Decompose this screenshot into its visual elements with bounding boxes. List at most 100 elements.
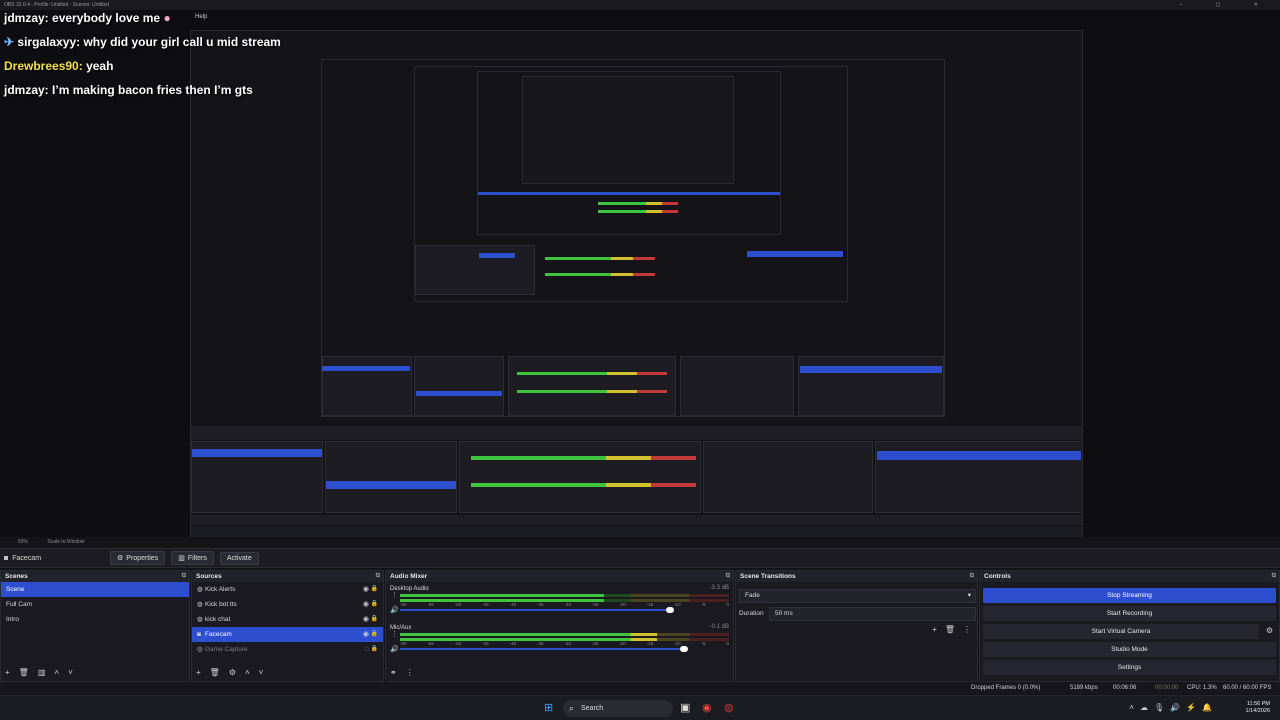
volume-slider[interactable] [400,646,689,652]
source-item[interactable]: ◍ Kick Alerts ◉ 🔒 [192,582,383,597]
trash-icon[interactable]: 🗑 [19,668,29,677]
move-up-icon[interactable]: ˄ [245,668,250,677]
properties-button[interactable]: ⚙ Properties [110,551,166,565]
scale-tick: -35 [537,602,544,607]
zoom-level[interactable]: 69% [18,539,28,545]
volume-knob[interactable] [665,607,674,613]
scene-item[interactable]: Intro [1,612,189,627]
chrome-icon[interactable]: ◉ [702,702,712,715]
move-up-icon[interactable]: ˄ [54,668,59,677]
zoom-mode[interactable]: Scale to Window [47,539,84,545]
transition-toolbar: + 🗑 ⋮ [932,625,971,634]
undock-icon[interactable]: ⧉ [182,571,186,582]
filters-button[interactable]: ▥ Filters [171,551,214,565]
sources-title: Sources [196,573,222,580]
scene-item[interactable]: Full Cam [1,597,189,612]
volume-slider[interactable] [400,607,674,613]
eye-icon[interactable]: ◉ [363,627,369,642]
windows-start-icon[interactable]: ⊞ [544,702,553,715]
scale-tick: -5 [701,602,706,607]
meter-scale: -60 -55 -50 -45 -40 -35 -30 -25 -20 -15 -10 -5 0 [400,602,729,608]
move-down-icon[interactable]: ˅ [259,668,264,677]
undock-icon[interactable]: ⧉ [970,571,974,582]
add-icon[interactable]: + [932,625,937,634]
trash-icon[interactable]: 🗑 [945,625,955,634]
chat-message: yeah [86,59,114,73]
zoom-row: 69% Scale to Window [0,537,1280,547]
scene-item-label: Full Cam [6,601,33,608]
studio-mode-button[interactable]: Studio Mode [983,642,1276,657]
volume-knob[interactable] [680,646,689,652]
scale-tick: -55 [427,641,434,646]
lock-icon[interactable]: 🔒 [371,612,378,627]
duration-field[interactable]: 50 ms [769,607,976,621]
help-menu[interactable]: Help [195,14,207,20]
scale-tick: -20 [619,602,626,607]
system-tray[interactable]: ˄☁🎙🔊⚡🔔 [1129,703,1218,712]
lock-icon[interactable]: 🔒 [371,597,378,612]
current-source: ◙ Facecam [4,555,104,562]
activate-button[interactable]: Activate [219,551,259,565]
meter-scale: -60 -55 -50 -45 -40 -35 -30 -25 -20 -15 -10 -5 0 [400,641,729,647]
add-icon[interactable]: + [5,668,10,677]
lock-icon[interactable]: 🔒 [371,582,378,597]
link-icon[interactable]: ⚭ [390,668,397,677]
search-icon: ⌕ [569,703,575,713]
eye-icon[interactable]: ◉ [363,582,369,597]
stop-streaming-button[interactable]: Stop Streaming [983,588,1276,603]
source-item[interactable]: ◍ kick chat ◉ 🔒 [192,612,383,627]
source-item[interactable]: ◙ Facecam ◉ 🔒 [192,627,383,642]
taskbar-search[interactable]: ⌕ Search [563,700,673,717]
preview-canvas[interactable]: jdmzay: everybody love me ● ✈ sirgalaxyy… [0,10,1280,537]
start-virtual-camera-button[interactable]: Start Virtual Camera [983,624,1259,639]
scale-tick: -35 [537,641,544,646]
chat-message: everybody love me [52,11,161,25]
scale-tick: -50 [454,641,462,646]
undock-icon[interactable]: ⧉ [726,571,730,582]
scene-item[interactable]: Scene [1,582,189,597]
transition-select[interactable]: Fade ▾ [739,589,976,603]
eye-icon[interactable]: ◉ [363,597,369,612]
scale-tick: -10 [674,602,681,607]
channel-menu-icon[interactable]: ⋮ [391,592,398,599]
scene-transitions-header: Scene Transitions ⧉ [736,571,977,582]
gear-icon[interactable]: ⚙ [229,668,236,677]
scale-tick: -45 [482,641,489,646]
undock-icon[interactable]: ⧉ [376,571,380,582]
speaker-icon[interactable]: 🔊 [390,606,399,614]
file-explorer-icon[interactable]: ▣ [680,702,690,715]
scenes-dock: Scenes ⧉ Scene Full Cam Intro + 🗑 ▥ ˄ ˅ [0,570,190,682]
source-label: Kick bot tts [205,601,237,608]
obs-icon[interactable]: ◍ [724,702,734,715]
scale-tick: -45 [482,602,489,607]
docks-area: Scenes ⧉ Scene Full Cam Intro + 🗑 ▥ ˄ ˅ S… [0,570,1280,682]
lock-icon[interactable]: 🔒 [371,627,378,642]
menu-icon[interactable]: ⋮ [406,668,414,677]
scale-tick: -30 [564,641,571,646]
scenes-toolbar: + 🗑 ▥ ˄ ˅ [5,668,73,677]
trash-icon[interactable]: 🗑 [210,668,220,677]
channel-menu-icon[interactable]: ⋮ [391,631,398,638]
lock-icon[interactable]: 🔒 [371,642,378,657]
menu-icon[interactable]: ⋮ [963,625,971,634]
bitrate: 5189 kbps [1070,685,1098,691]
add-icon[interactable]: + [196,668,201,677]
virtual-camera-settings-icon[interactable]: ⚙ [1266,626,1273,635]
filter-icon[interactable]: ▥ [38,668,46,677]
start-recording-button[interactable]: Start Recording [983,606,1276,621]
level-meter [400,594,729,602]
window-controls[interactable]: – ▢ ✕ [1180,0,1274,10]
scale-tick: -25 [591,602,599,607]
eye-icon[interactable]: ◉ [363,612,369,627]
source-item[interactable]: ◎ Game Capture ◌ 🔒 [192,642,383,657]
undock-icon[interactable]: ⧉ [1272,571,1276,582]
taskbar-clock[interactable]: 11:56 PM 1/14/2026 [1246,701,1270,715]
scale-tick: 0 [726,602,729,607]
settings-button[interactable]: Settings [983,660,1276,675]
move-down-icon[interactable]: ˅ [68,668,73,677]
source-item[interactable]: ◍ Kick bot tts ◉ 🔒 [192,597,383,612]
eye-hidden-icon[interactable]: ◌ [365,642,369,657]
speaker-icon[interactable]: 🔊 [390,645,399,653]
scale-tick: -15 [646,641,654,646]
scale-tick: -10 [674,641,681,646]
